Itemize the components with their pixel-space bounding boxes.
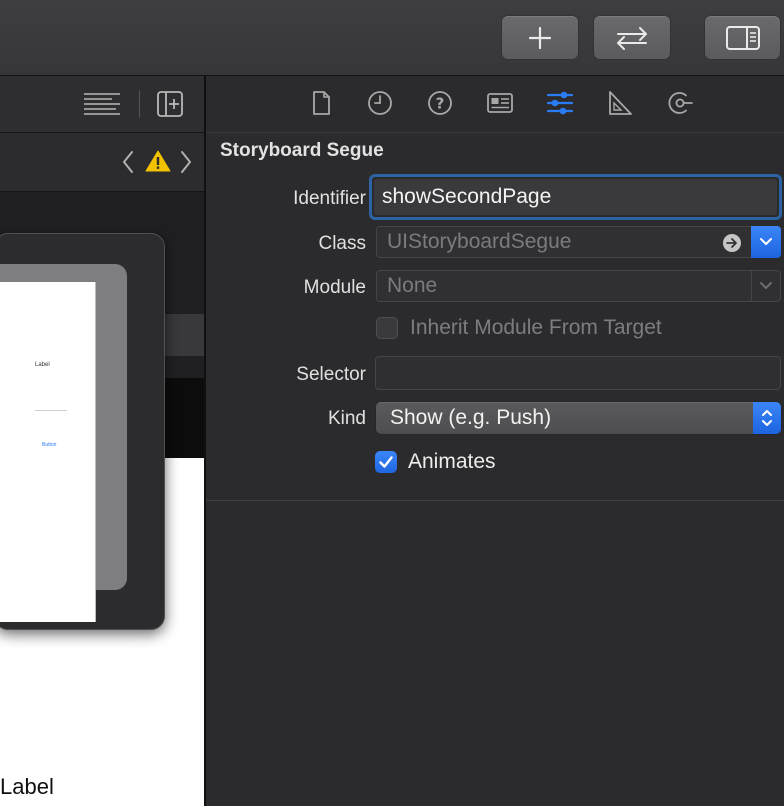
module-label: Module [303,277,366,298]
kind-stepper[interactable] [753,402,781,434]
selector-label: Selector [296,364,366,385]
window-toolbar [0,0,784,76]
sliders-icon[interactable] [546,89,574,117]
arrow-circle-right-icon[interactable] [722,233,742,253]
editor-options-icon[interactable] [82,90,122,118]
document-icon[interactable] [307,89,335,117]
class-placeholder: UIStoryboardSegue [387,230,572,253]
connections-icon[interactable] [666,89,694,117]
toggle-inspector-button[interactable] [705,16,780,59]
chevron-left-icon[interactable] [120,149,136,175]
scene-preview-title: Label [35,362,50,368]
plus-icon [528,26,552,49]
inherit-module-checkbox[interactable] [376,317,398,339]
kind-label: Kind [327,408,366,429]
up-down-chevron-icon [762,410,772,426]
clock-icon[interactable] [366,89,394,117]
kind-popup-button[interactable]: Show (e.g. Push) [376,402,781,434]
ruler-icon[interactable] [606,89,634,117]
scene-preview-textfield [35,410,67,411]
animates-checkbox[interactable] [375,451,397,473]
identity-card-icon[interactable] [486,89,514,117]
animates-label: Animates [408,450,496,473]
identifier-field[interactable]: showSecondPage [374,179,777,215]
chevron-down-icon [760,282,772,289]
section-separator [206,500,784,501]
question-icon[interactable]: ? [426,89,454,117]
section-title: Storyboard Segue [220,140,384,161]
selector-field[interactable] [375,356,781,390]
identifier-focus-ring: showSecondPage [369,174,782,220]
jump-bar [0,133,204,192]
scene-preview-button: Button [42,442,57,448]
storyboard-canvas[interactable]: Label Button Label [0,192,204,806]
identifier-label: Identifier [293,188,366,209]
class-dropdown-button[interactable] [751,226,781,258]
scene-preview-popover[interactable]: Label Button [0,233,165,630]
warning-icon[interactable] [145,149,171,173]
add-editor-icon[interactable] [156,90,184,118]
code-review-button[interactable] [594,16,670,59]
module-field[interactable]: None [376,270,781,302]
checkmark-icon [379,456,393,468]
chevron-right-icon[interactable] [178,149,194,175]
class-field[interactable]: UIStoryboardSegue [376,226,781,258]
sidebar-right-icon [725,25,760,50]
module-dropdown-button[interactable] [751,271,780,301]
svg-text:?: ? [436,95,445,113]
scene-screen: Label Button [0,282,96,622]
add-library-button[interactable] [502,16,578,59]
kind-value: Show (e.g. Push) [390,406,552,429]
toolbar-separator [139,90,140,118]
canvas-bottom-label: Label [0,774,54,799]
module-placeholder: None [387,274,438,297]
editor-tab-bar [0,76,204,133]
class-label: Class [318,233,366,254]
inherit-module-label: Inherit Module From Target [410,316,662,339]
arrows-exchange-icon [617,26,647,50]
chevron-down-icon [760,238,772,245]
